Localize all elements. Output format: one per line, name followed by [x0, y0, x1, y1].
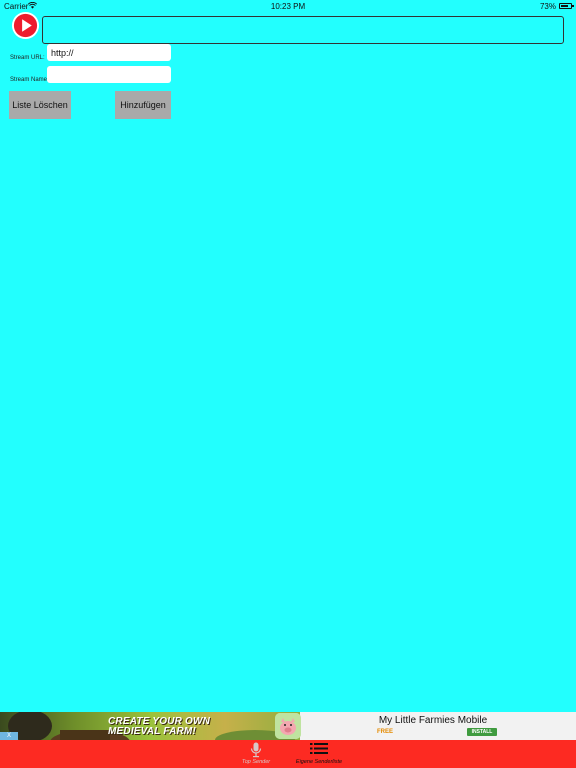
play-button[interactable]: [11, 11, 40, 40]
stream-url-input[interactable]: [47, 44, 171, 61]
tab-top-sender-label: Top Sender: [241, 759, 271, 765]
ad-install-button[interactable]: INSTALL: [467, 728, 497, 736]
stream-url-label: Stream URL:: [10, 55, 45, 61]
ad-app-icon[interactable]: [275, 713, 301, 739]
clear-list-button[interactable]: Liste Löschen: [9, 91, 71, 119]
tab-own-station-list-label: Eigene Senderliste: [295, 759, 343, 765]
ad-headline: CREATE YOUR OWN MEDIEVAL FARM!: [108, 716, 211, 737]
ad-price: FREE: [377, 729, 394, 735]
microphone-icon: [250, 742, 262, 758]
stream-name-label: Stream Name:: [10, 77, 49, 83]
add-stream-button[interactable]: Hinzufügen: [115, 91, 171, 119]
now-playing-display: [42, 16, 564, 44]
stream-name-input[interactable]: [47, 66, 171, 83]
tab-top-sender[interactable]: Top Sender: [226, 740, 286, 768]
pig-icon: [275, 713, 301, 739]
ad-image[interactable]: CREATE YOUR OWN MEDIEVAL FARM!: [0, 712, 300, 740]
tab-own-station-list[interactable]: Eigene Senderliste: [289, 740, 349, 768]
ad-app-title[interactable]: My Little Farmies Mobile: [300, 715, 566, 726]
ad-banner[interactable]: CREATE YOUR OWN MEDIEVAL FARM! X My Litt…: [0, 712, 576, 740]
status-bar: Carrier 10:23 PM 73%: [0, 0, 576, 12]
clock: 10:23 PM: [270, 2, 306, 11]
battery-percent: 73%: [539, 2, 556, 11]
list-icon: [310, 743, 328, 754]
battery-icon: [559, 3, 574, 9]
tab-bar: Top Sender Eigene Senderliste: [0, 740, 576, 768]
ad-close-button[interactable]: X: [0, 732, 18, 740]
